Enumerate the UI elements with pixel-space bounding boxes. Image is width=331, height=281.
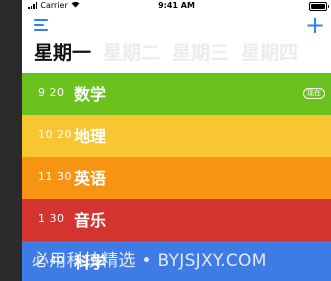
battery-icon xyxy=(309,2,329,11)
class-time: 11 30 xyxy=(38,170,72,183)
class-name: 数学 xyxy=(74,85,107,104)
class-row-music[interactable]: 1 30 音乐 xyxy=(22,199,331,241)
menu-icon[interactable] xyxy=(34,19,48,31)
tab-monday[interactable]: 星期一 xyxy=(34,39,91,67)
add-class-button[interactable]: + xyxy=(305,13,325,37)
class-name: 地理 xyxy=(74,127,107,146)
app-screen: Carrier 9:41 AM + 星期一 星期二 星期三 星期四 9 20 数… xyxy=(22,0,331,281)
status-bar: Carrier 9:41 AM xyxy=(22,0,331,14)
tab-tuesday[interactable]: 星期二 xyxy=(103,39,160,67)
tab-wednesday[interactable]: 星期三 xyxy=(172,39,229,67)
class-row-geography[interactable]: 10 20 地理 xyxy=(22,115,331,157)
watermark-text: 必用科技精选 • BYJSJXY.COM xyxy=(32,251,267,271)
day-tabs: 星期一 星期二 星期三 星期四 xyxy=(34,39,331,67)
class-row-english[interactable]: 11 30 英语 xyxy=(22,157,331,199)
class-row-math[interactable]: 9 20 数学 现在 xyxy=(22,73,331,115)
class-name: 英语 xyxy=(74,169,107,188)
class-time: 10 20 xyxy=(38,128,72,141)
phone-frame: Carrier 9:41 AM + 星期一 星期二 星期三 星期四 9 20 数… xyxy=(0,0,331,281)
status-right xyxy=(309,2,329,11)
status-time: 9:41 AM xyxy=(158,1,195,10)
class-time: 9 20 xyxy=(38,86,65,99)
class-name: 音乐 xyxy=(74,211,107,230)
class-time: 1 30 xyxy=(38,212,65,225)
now-badge: 现在 xyxy=(303,88,325,99)
tab-thursday[interactable]: 星期四 xyxy=(241,39,298,67)
